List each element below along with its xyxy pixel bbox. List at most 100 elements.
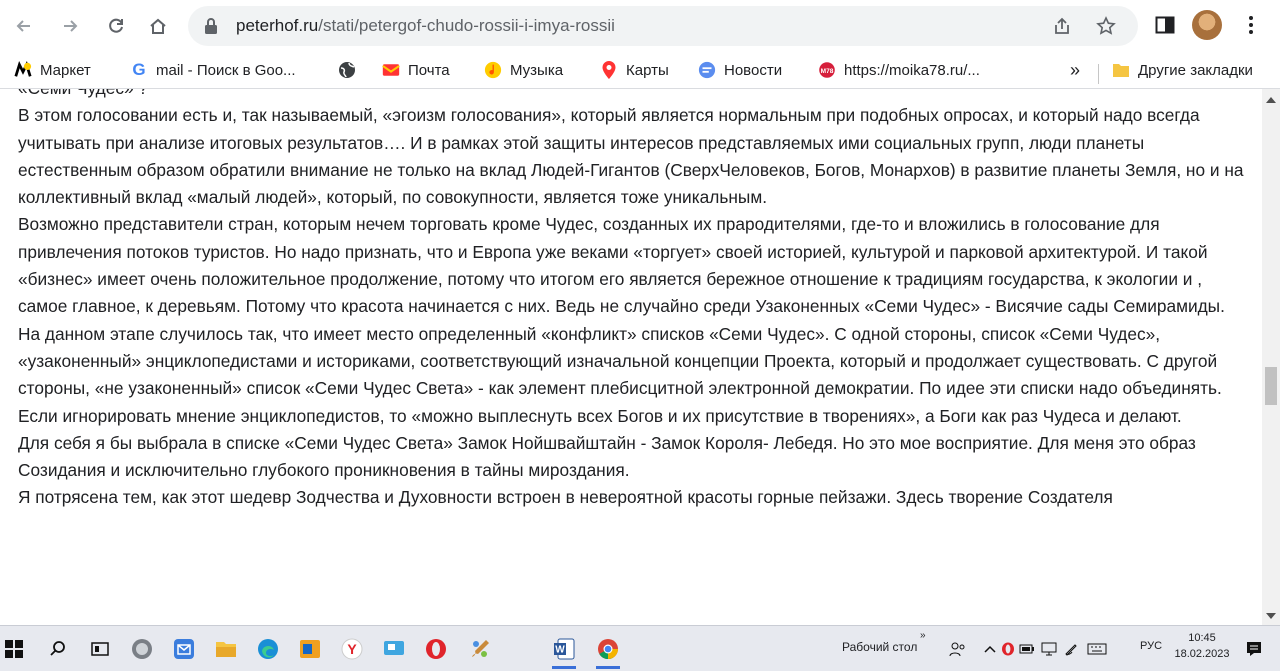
opera-icon [1002, 642, 1014, 656]
address-bar[interactable]: peterhof.ru/stati/petergof-chudo-rossii-… [188, 6, 1138, 46]
search-icon [50, 641, 65, 656]
pen-icon-glyph [1065, 644, 1077, 656]
article-content: «Семи Чудес» ? В этом голосовании есть и… [0, 89, 1262, 625]
more-vertical-icon [1249, 16, 1253, 34]
taskbar-app-edge[interactable] [254, 635, 282, 663]
folder-icon [216, 642, 236, 657]
yandex-market-icon [14, 61, 32, 79]
article-paragraph: Я потрясена тем, как этот шедевр Зодчест… [18, 487, 1113, 508]
music-icon [484, 61, 502, 79]
browser-toolbar: peterhof.ru/stati/petergof-chudo-rossii-… [0, 0, 1280, 52]
home-button[interactable] [140, 8, 176, 44]
edge-icon [258, 639, 278, 659]
bookmark-market[interactable]: Маркет [14, 58, 91, 82]
scroll-down-icon[interactable] [1266, 613, 1276, 619]
tray-opera-icon[interactable] [1000, 635, 1016, 663]
side-panel-button[interactable] [1150, 10, 1180, 40]
reload-button[interactable] [98, 8, 134, 44]
scrollbar-thumb[interactable] [1265, 367, 1277, 405]
bookmark-google-search[interactable]: G mail - Поиск в Goo... [130, 58, 295, 82]
bookmarks-divider [1098, 64, 1099, 84]
forward-button[interactable] [52, 8, 88, 44]
bookmark-muzyka[interactable]: Музыка [484, 58, 563, 82]
battery-icon[interactable] [1018, 635, 1036, 663]
bookmark-moika78[interactable]: M78 https://moika78.ru/... [818, 58, 980, 82]
people-button[interactable] [948, 635, 968, 663]
news-icon [698, 61, 716, 79]
globe-icon [338, 61, 356, 79]
star-icon [1096, 16, 1116, 35]
touch-keyboard-icon[interactable] [1086, 635, 1108, 663]
arrow-left-icon [16, 20, 30, 32]
bookmark-pochta[interactable]: Почта [382, 58, 450, 82]
taskbar-app-explorer[interactable] [212, 635, 240, 663]
network-icon-glyph [1041, 642, 1057, 656]
reload-icon [109, 18, 123, 33]
article-paragraph: На данном этапе случилось так, что имеет… [18, 323, 1222, 426]
article-paragraph: Для себя я бы выбрала в списке «Семи Чуд… [18, 432, 1196, 481]
other-bookmarks-folder[interactable]: Другие закладки [1112, 58, 1253, 82]
language-indicator[interactable]: РУС [1140, 640, 1162, 652]
bookmark-novosti[interactable]: Новости [698, 58, 782, 82]
monitor-app-icon [384, 641, 404, 655]
lock-icon [205, 18, 217, 34]
arrow-right-icon [64, 20, 78, 32]
taskbar-app-opera[interactable] [422, 635, 450, 663]
taskbar-app-word[interactable]: W [550, 635, 578, 669]
opera-icon [426, 639, 446, 659]
task-view-button[interactable] [86, 635, 114, 663]
taskbar-app-yandex[interactable]: Y [338, 635, 366, 663]
notification-icon [1247, 642, 1261, 656]
back-button[interactable] [6, 8, 42, 44]
home-icon [150, 18, 166, 34]
svg-text:Y: Y [347, 641, 357, 657]
taskbar-clock[interactable]: 10:45 18.02.2023 [1172, 630, 1232, 662]
share-button[interactable] [1050, 14, 1074, 38]
network-icon[interactable] [1040, 635, 1058, 663]
people-icon [949, 642, 965, 657]
search-button[interactable] [44, 635, 72, 663]
mail-icon [382, 61, 400, 79]
show-hidden-icons-button[interactable] [982, 635, 998, 663]
bookmarks-bar: Маркет G mail - Поиск в Goo... Почта Муз… [0, 52, 1280, 89]
url-text: peterhof.ru/stati/petergof-chudo-rossii-… [236, 16, 615, 35]
bookmark-star-button[interactable] [1094, 14, 1118, 38]
taskbar-app-chrome[interactable] [594, 635, 622, 669]
taskbar-app-paint[interactable] [466, 635, 494, 663]
word-icon: W [554, 638, 575, 660]
desktop-toolbar-label[interactable]: Рабочий стол [842, 640, 917, 654]
chevron-up-icon [984, 645, 996, 653]
taskbar-app-outlook[interactable] [296, 635, 324, 663]
taskbar-app-circle[interactable] [128, 635, 156, 663]
browser-menu-button[interactable] [1236, 10, 1266, 40]
google-icon: G [132, 60, 146, 79]
yandex-browser-icon: Y [341, 638, 363, 660]
desktop-toolbar-expand[interactable]: » [920, 630, 926, 641]
taskbar-app-monitor[interactable] [380, 635, 408, 663]
circle-app-icon [132, 639, 152, 659]
share-icon [1055, 17, 1069, 34]
article-cut-line: «Семи Чудес» ? [0, 89, 1262, 102]
maps-icon [600, 61, 618, 79]
taskbar-app-mail[interactable] [170, 635, 198, 663]
bookmarks-overflow-button[interactable]: » [1070, 58, 1080, 82]
bookmark-karty[interactable]: Карты [600, 58, 669, 82]
keyboard-icon [1087, 643, 1107, 655]
article-paragraph: Возможно представители стран, которым не… [18, 214, 1225, 317]
paint-icon [472, 640, 489, 657]
notifications-button[interactable] [1240, 635, 1268, 663]
profile-avatar[interactable] [1192, 10, 1222, 40]
start-button[interactable] [0, 635, 28, 663]
side-panel-icon [1155, 16, 1175, 34]
folder-icon [1112, 61, 1130, 79]
vertical-scrollbar[interactable] [1262, 89, 1280, 625]
mail-app-icon [174, 639, 194, 659]
taskbar: Y W Рабочий стол » РУС 10:45 18.02.2023 [0, 625, 1280, 671]
outlook-icon [300, 640, 320, 658]
chrome-icon [598, 639, 618, 660]
scroll-up-icon[interactable] [1266, 97, 1276, 103]
bookmark-globe[interactable] [338, 58, 364, 82]
svg-text:M78: M78 [821, 68, 834, 75]
windows-icon [5, 640, 23, 658]
pen-icon[interactable] [1062, 635, 1080, 663]
